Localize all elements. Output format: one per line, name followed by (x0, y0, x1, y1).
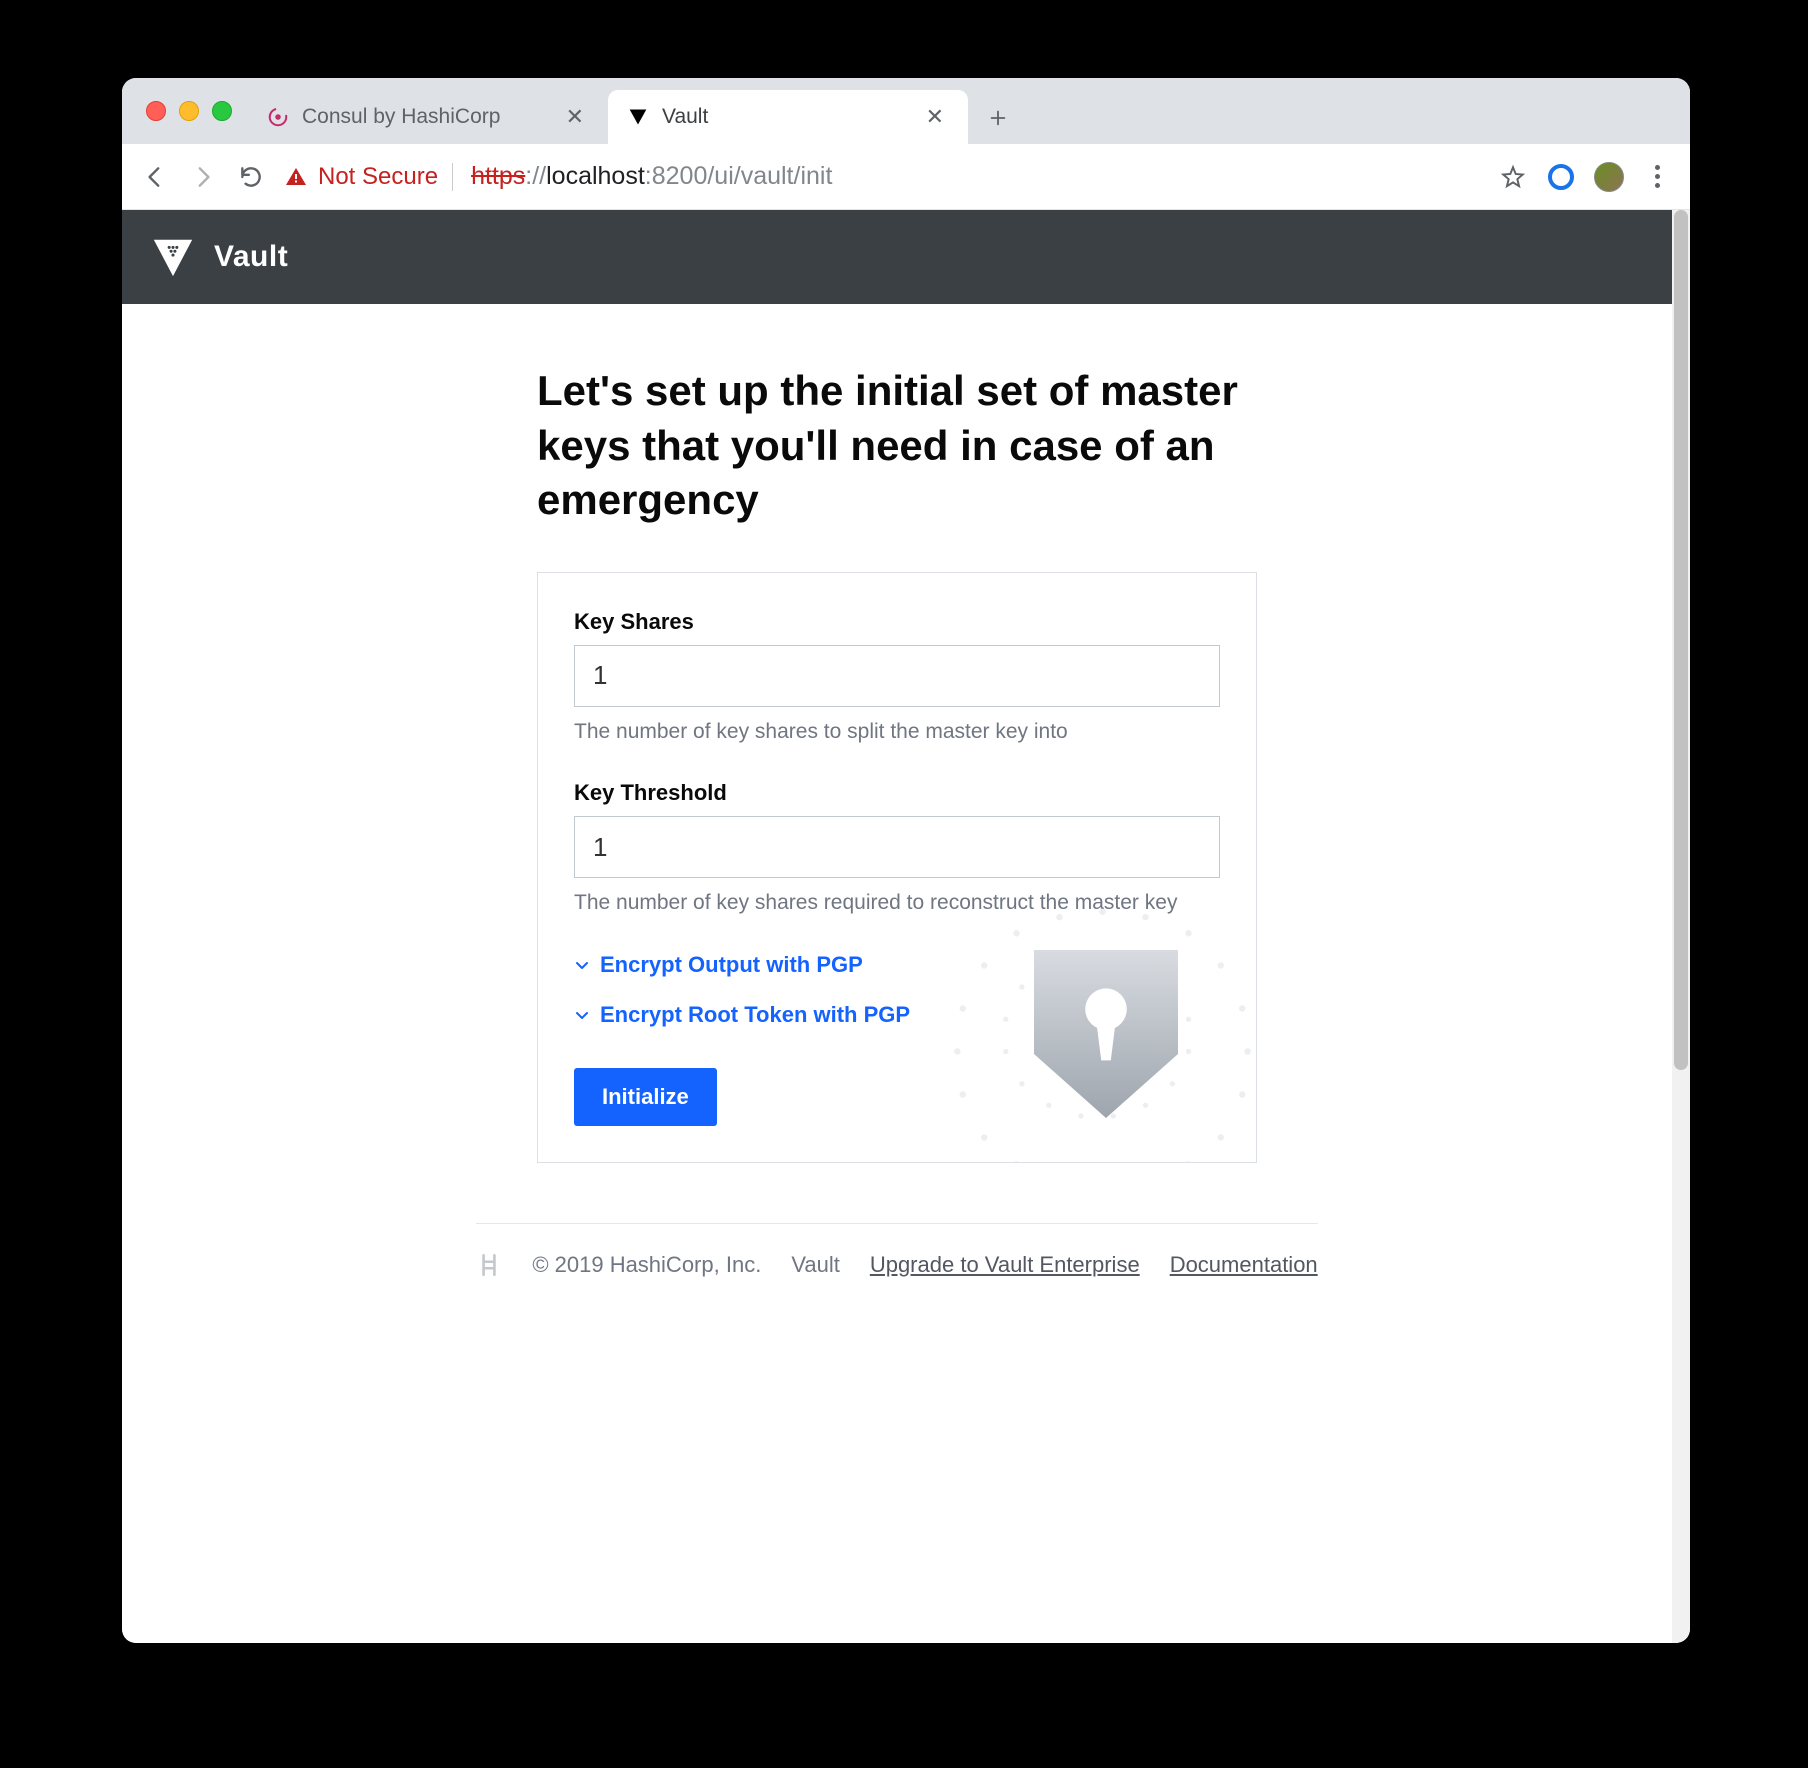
bookmark-button[interactable] (1498, 162, 1528, 192)
warning-icon (284, 165, 308, 189)
page-content: Vault Let's set up the initial set of ma… (122, 210, 1672, 1643)
reload-button[interactable] (236, 162, 266, 192)
tab-strip: Consul by HashiCorp ✕ Vault ✕ (122, 78, 1690, 144)
field-key-threshold: Key Threshold The number of key shares r… (574, 780, 1220, 917)
tab-vault[interactable]: Vault ✕ (608, 90, 968, 144)
consul-icon (266, 105, 290, 129)
profile-avatar[interactable] (1594, 162, 1624, 192)
page-body: Let's set up the initial set of master k… (122, 304, 1672, 1643)
viewport: Vault Let's set up the initial set of ma… (122, 210, 1690, 1643)
browser-toolbar: Not Secure https://localhost:8200/ui/vau… (122, 144, 1690, 210)
window-controls (142, 78, 248, 144)
url-path: /ui/vault/init (707, 162, 832, 191)
key-threshold-label: Key Threshold (574, 780, 1220, 806)
app-brand: Vault (214, 240, 288, 274)
chevron-down-icon (574, 1007, 590, 1023)
url-host: localhost (546, 162, 645, 191)
page-title: Let's set up the initial set of master k… (537, 364, 1257, 528)
init-form-card: Key Shares The number of key shares to s… (537, 572, 1257, 1163)
new-tab-button[interactable] (976, 96, 1020, 140)
back-button[interactable] (140, 162, 170, 192)
footer-upgrade-link[interactable]: Upgrade to Vault Enterprise (870, 1252, 1140, 1278)
address-bar[interactable]: https://localhost:8200/ui/vault/init (471, 162, 1480, 191)
key-threshold-help: The number of key shares required to rec… (574, 888, 1220, 917)
vault-icon (626, 105, 650, 129)
security-label: Not Secure (318, 163, 438, 191)
security-indicator[interactable]: Not Secure (284, 163, 453, 191)
tab-title: Consul by HashiCorp (302, 105, 548, 129)
action-row: Initialize (574, 1068, 1220, 1126)
scrollbar[interactable] (1672, 210, 1690, 1643)
url-port: :8200 (645, 162, 708, 191)
footer-docs-link[interactable]: Documentation (1170, 1252, 1318, 1278)
tab-consul[interactable]: Consul by HashiCorp ✕ (248, 90, 608, 144)
url-sep: :// (525, 162, 546, 191)
footer-product: Vault (791, 1252, 840, 1278)
menu-button[interactable] (1642, 162, 1672, 192)
key-shares-input[interactable] (574, 645, 1220, 707)
forward-button[interactable] (188, 162, 218, 192)
app-header: Vault (122, 210, 1672, 304)
key-shares-label: Key Shares (574, 609, 1220, 635)
extension-icon[interactable] (1546, 162, 1576, 192)
chevron-down-icon (574, 957, 590, 973)
scrollbar-thumb[interactable] (1674, 210, 1688, 1070)
minimize-window-button[interactable] (179, 101, 199, 121)
footer: © 2019 HashiCorp, Inc. Vault Upgrade to … (476, 1223, 1317, 1306)
close-tab-icon[interactable]: ✕ (920, 102, 950, 132)
toggle-encrypt-output-pgp[interactable]: Encrypt Output with PGP (574, 952, 1220, 978)
tab-title: Vault (662, 105, 908, 129)
toggle-label: Encrypt Root Token with PGP (600, 1002, 910, 1028)
browser-window: Consul by HashiCorp ✕ Vault ✕ Not Secure (122, 78, 1690, 1643)
vault-logo-icon (150, 234, 196, 280)
footer-copyright: © 2019 HashiCorp, Inc. (532, 1252, 761, 1278)
maximize-window-button[interactable] (212, 101, 232, 121)
toggle-encrypt-root-pgp[interactable]: Encrypt Root Token with PGP (574, 1002, 1220, 1028)
toggle-label: Encrypt Output with PGP (600, 952, 863, 978)
key-threshold-input[interactable] (574, 816, 1220, 878)
key-shares-help: The number of key shares to split the ma… (574, 717, 1220, 746)
url-scheme: https (471, 162, 525, 191)
close-tab-icon[interactable]: ✕ (560, 102, 590, 132)
field-key-shares: Key Shares The number of key shares to s… (574, 609, 1220, 746)
hashicorp-icon (476, 1252, 502, 1278)
initialize-button[interactable]: Initialize (574, 1068, 717, 1126)
close-window-button[interactable] (146, 101, 166, 121)
